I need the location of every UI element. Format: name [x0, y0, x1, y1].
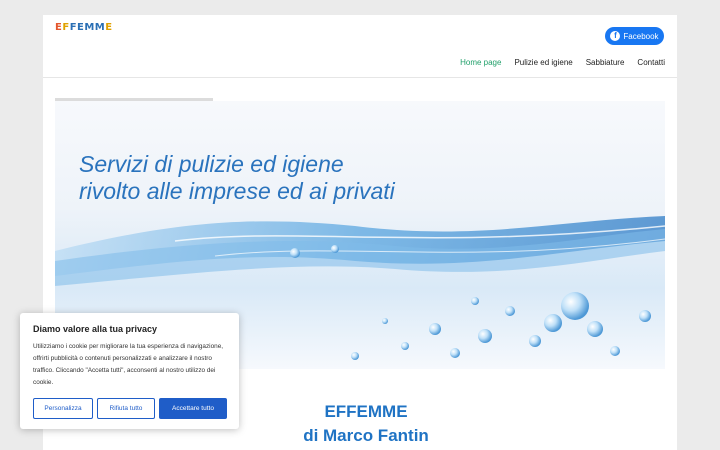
cookie-banner: Diamo valore alla tua privacy Utilizziam… [20, 313, 239, 429]
facebook-label: Facebook [623, 31, 659, 41]
facebook-icon: f [610, 31, 621, 41]
main-nav: Home page Pulizie ed igiene Sabbiature C… [460, 58, 665, 67]
facebook-button[interactable]: f Facebook [605, 27, 664, 45]
nav-item-home[interactable]: Home page [460, 58, 501, 67]
nav-item-sabbiature[interactable]: Sabbiature [586, 58, 625, 67]
nav-item-contatti[interactable]: Contatti [637, 58, 665, 67]
company-owner: di Marco Fantin [303, 426, 429, 445]
reject-all-button[interactable]: Rifiuta tutto [97, 398, 155, 419]
accept-all-button[interactable]: Accettare tutto [159, 398, 227, 419]
cookie-title: Diamo valore alla tua privacy [33, 324, 158, 334]
hero-line-1: Servizi di pulizie ed igiene [79, 151, 344, 177]
header-divider [43, 77, 677, 78]
site-logo[interactable]: EFFEMME [55, 22, 113, 33]
cookie-text: Utilizziamo i cookie per migliorare la t… [33, 343, 224, 386]
company-title: EFFEMME di Marco Fantin [223, 402, 509, 446]
customize-button[interactable]: Personalizza [33, 398, 93, 419]
hero-line-2: rivolto alle imprese ed ai privati [79, 178, 395, 204]
hero-text: Servizi di pulizie ed igiene rivolto all… [79, 151, 395, 205]
nav-item-pulizie[interactable]: Pulizie ed igiene [514, 58, 572, 67]
company-name: EFFEMME [324, 402, 408, 421]
